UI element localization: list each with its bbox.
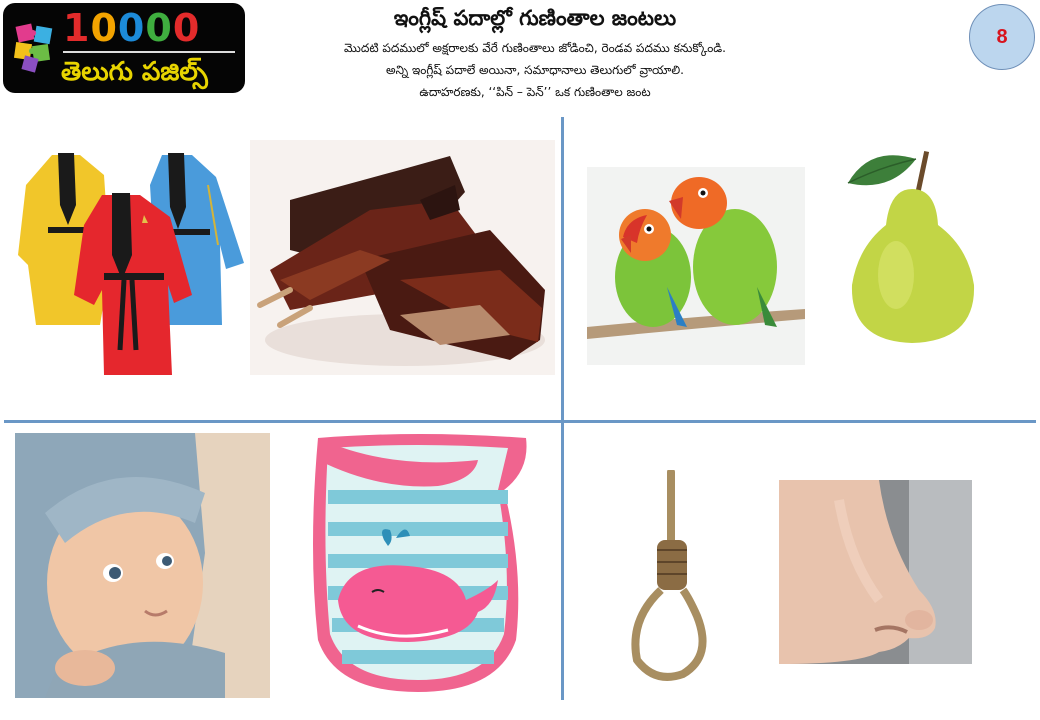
- pear-picture: [847, 151, 975, 343]
- instruction-line: ఉదాహరణకు, ‘‘పిన్ – పెన్’’ ఒక గుణింతాల జం…: [419, 85, 651, 99]
- instruction-line: అన్ని ఇంగ్లీష్ పదాలే అయినా, సమాధానాలు తె…: [386, 63, 684, 77]
- nose-picture: [779, 480, 972, 664]
- ribs-picture: [250, 140, 555, 375]
- logo-subtitle: తెలుగు పజిల్స్: [61, 57, 208, 87]
- noose-picture: [631, 470, 707, 681]
- baby-picture: [15, 433, 270, 698]
- logo-digit: 1: [63, 6, 91, 50]
- logo-divider: [63, 51, 235, 53]
- logo-digit: 0: [145, 6, 173, 50]
- parrots-picture: [587, 167, 805, 365]
- page-title: ఇంగ్లీష్ పదాల్లో గుణింతాల జంటలు: [393, 6, 677, 30]
- page-number: 8: [996, 25, 1008, 48]
- logo: 10000 తెలుగు పజిల్స్: [3, 3, 245, 93]
- horizontal-divider: [4, 420, 1036, 423]
- instruction-line: మొదటి పదములో అక్షరాలకు వేరే గుణింతాలు జో…: [344, 41, 726, 55]
- robes-picture: [18, 153, 244, 375]
- logo-digit: 0: [172, 6, 201, 50]
- vertical-divider: [561, 117, 564, 700]
- logo-digits: 10000: [63, 7, 200, 49]
- logo-digit: 0: [117, 6, 146, 50]
- logo-digit: 0: [90, 6, 118, 50]
- puzzle-icon: [13, 23, 53, 73]
- bib-picture: [313, 434, 527, 692]
- page-number-badge: 8: [969, 4, 1035, 70]
